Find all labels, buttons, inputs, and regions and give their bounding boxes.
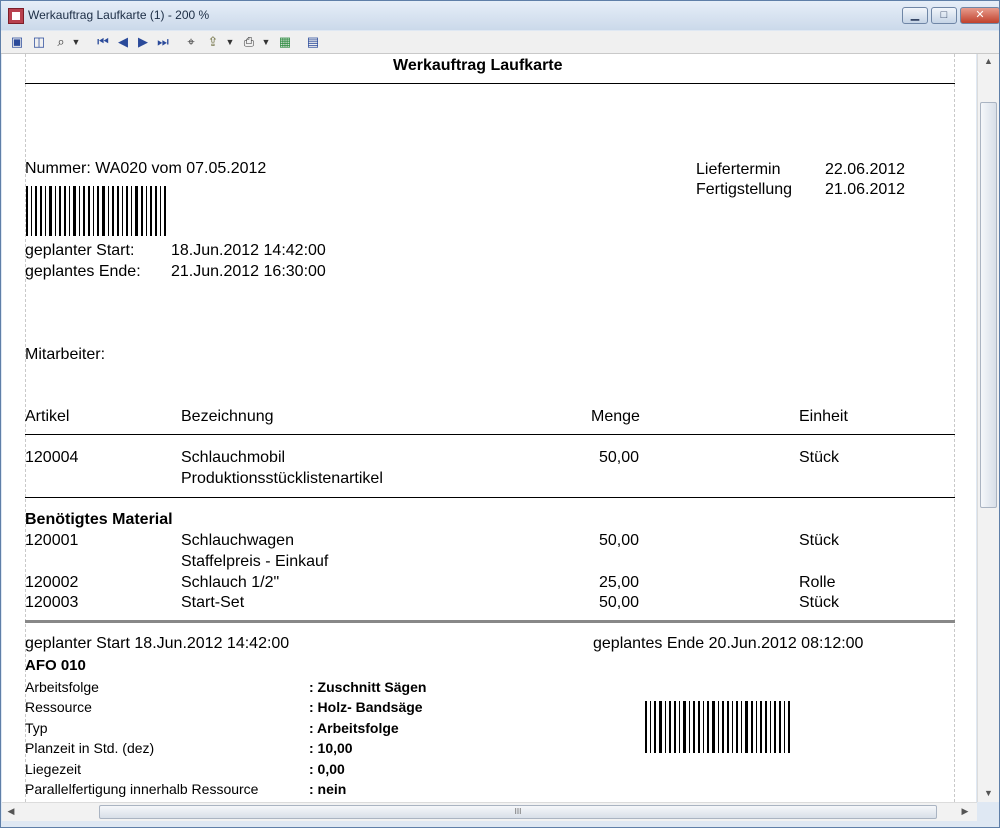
material-bezeichnung: Schlauchwagen	[181, 532, 294, 549]
title-divider	[25, 83, 955, 84]
chevron-down-icon[interactable]: ▼	[261, 34, 271, 50]
fertigstellung-value: 21.06.2012	[825, 181, 906, 198]
planned-end-label: geplantes Ende:	[25, 263, 141, 280]
scroll-left-icon[interactable]: ◀	[6, 806, 16, 817]
afo-row-label: Ressource	[25, 699, 92, 715]
planned-start-label: geplanter Start:	[25, 242, 135, 259]
afo-row-value: : Arbeitsfolge	[309, 720, 399, 736]
main-item-bezeichnung2: Produktionsstücklistenartikel	[181, 470, 383, 487]
material-menge: 25,00	[599, 574, 640, 591]
page-icon[interactable]: ▣	[9, 34, 25, 50]
print-icon[interactable]: ⎙	[241, 34, 257, 50]
chevron-down-icon[interactable]: ▼	[225, 34, 235, 50]
zoom-icon[interactable]: ⌕	[53, 34, 69, 50]
header-divider	[25, 434, 955, 435]
afo-row-value: : Zuschnitt Sägen	[309, 679, 427, 695]
material-einheit: Stück	[799, 532, 840, 549]
horizontal-scroll-thumb[interactable]: III	[99, 805, 937, 819]
col-menge: Menge	[591, 408, 640, 425]
afo-row-value: : 0,00	[309, 761, 345, 777]
material-einheit: Stück	[799, 594, 840, 611]
next-page-icon[interactable]: ▶	[135, 34, 151, 50]
find-icon[interactable]: ⌖	[183, 34, 199, 50]
afo-title: AFO 010	[25, 657, 86, 674]
scroll-right-icon[interactable]: ▶	[960, 806, 970, 817]
afo-row-label: Liegezeit	[25, 761, 82, 777]
liefertermin-value: 22.06.2012	[825, 161, 906, 178]
chevron-down-icon[interactable]: ▼	[71, 34, 81, 50]
main-item-einheit: Stück	[799, 449, 840, 466]
excel-icon[interactable]: ▦	[277, 34, 293, 50]
vertical-scrollbar[interactable]: ▲ ▼	[977, 54, 999, 802]
afo-row-value: : 10,00	[309, 740, 353, 756]
two-pages-icon[interactable]: ◫	[31, 34, 47, 50]
vertical-scroll-thumb[interactable]	[980, 102, 997, 508]
material-menge: 50,00	[599, 594, 640, 611]
order-barcode	[26, 186, 169, 236]
mitarbeiter-label: Mitarbeiter:	[25, 346, 106, 363]
report-viewer-window: Werkauftrag Laufkarte (1) - 200 % ▁ □ ✕ …	[0, 0, 1000, 828]
material-artikel: 120003	[25, 594, 79, 611]
report-title: Werkauftrag Laufkarte	[393, 57, 563, 74]
scroll-down-icon[interactable]: ▼	[978, 788, 999, 798]
close-button[interactable]: ✕	[960, 7, 1000, 24]
planned-end-value: 21.Jun.2012 16:30:00	[171, 263, 326, 280]
main-item-bezeichnung: Schlauchmobil	[181, 449, 286, 466]
material-heading: Benötigtes Material	[25, 511, 173, 528]
minimize-button[interactable]: ▁	[902, 7, 928, 24]
afo-row-label: Parallelfertigung innerhalb Ressource	[25, 781, 259, 797]
liefertermin-label: Liefertermin	[696, 161, 781, 178]
save-icon[interactable]: ▤	[305, 34, 321, 50]
order-number: Nummer: WA020 vom 07.05.2012	[25, 160, 267, 177]
main-item-artikel: 120004	[25, 449, 79, 466]
afo-planned-start: geplanter Start 18.Jun.2012 14:42:00	[25, 635, 290, 652]
app-icon	[8, 8, 24, 24]
col-einheit: Einheit	[799, 408, 848, 425]
title-bar[interactable]: Werkauftrag Laufkarte (1) - 200 % ▁ □ ✕	[1, 1, 1000, 30]
horizontal-scrollbar[interactable]: ◀ III ▶	[2, 802, 977, 821]
section-divider	[25, 620, 955, 623]
material-bezeichnung: Start-Set	[181, 594, 245, 611]
afo-row-label: Typ	[25, 720, 48, 736]
item-divider	[25, 497, 955, 498]
prev-page-icon[interactable]: ◀	[115, 34, 131, 50]
window-title: Werkauftrag Laufkarte (1) - 200 %	[28, 8, 210, 22]
first-page-icon[interactable]: ⏮	[95, 34, 111, 50]
page-margin-right	[954, 54, 955, 802]
report-page: Werkauftrag Laufkarte Nummer: WA020 vom …	[2, 54, 976, 802]
maximize-button[interactable]: □	[931, 7, 957, 24]
main-item-menge: 50,00	[599, 449, 640, 466]
export-icon[interactable]: ⇪	[205, 34, 221, 50]
afo-row-value: : Holz- Bandsäge	[309, 699, 423, 715]
material-bezeichnung2: Staffelpreis - Einkauf	[181, 553, 329, 570]
material-menge: 50,00	[599, 532, 640, 549]
afo-row-label: Arbeitsfolge	[25, 679, 99, 695]
scroll-up-icon[interactable]: ▲	[978, 56, 999, 66]
afo-planned-end: geplantes Ende 20.Jun.2012 08:12:00	[593, 635, 864, 652]
afo-row-label: Planzeit in Std. (dez)	[25, 740, 155, 756]
material-einheit: Rolle	[799, 574, 836, 591]
col-bezeichnung: Bezeichnung	[181, 408, 274, 425]
toolbar: ▣ ◫ ⌕ ▼ ⏮ ◀ ▶ ⏭ ⌖ ⇪ ▼ ⎙ ▼ ▦ ▤	[1, 31, 999, 54]
fertigstellung-label: Fertigstellung	[696, 181, 793, 198]
material-bezeichnung: Schlauch 1/2"	[181, 574, 280, 591]
material-artikel: 120001	[25, 532, 79, 549]
afo-row-value: : nein	[309, 781, 347, 797]
material-artikel: 120002	[25, 574, 79, 591]
afo-barcode	[645, 701, 793, 753]
planned-start-value: 18.Jun.2012 14:42:00	[171, 242, 326, 259]
last-page-icon[interactable]: ⏭	[155, 34, 171, 50]
col-artikel: Artikel	[25, 408, 70, 425]
